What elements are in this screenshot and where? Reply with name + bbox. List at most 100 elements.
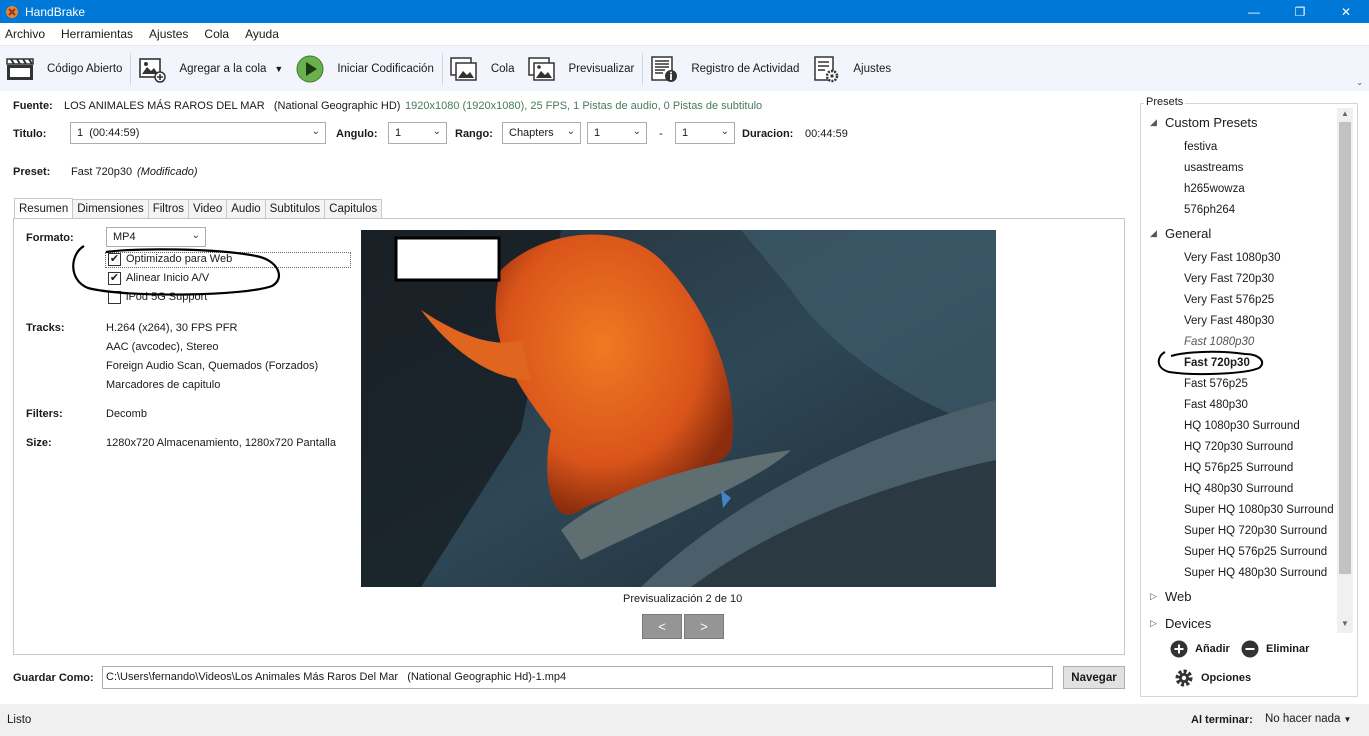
add-preset-button[interactable]: Añadir bbox=[1170, 640, 1230, 658]
preset-item-usastreams[interactable]: usastreams bbox=[1184, 162, 1243, 174]
menu-herramientas[interactable]: Herramientas bbox=[61, 27, 133, 41]
preset-item[interactable]: Super HQ 720p30 Surround bbox=[1184, 525, 1327, 537]
preview-caption: Previsualización 2 de 10 bbox=[623, 593, 743, 605]
tab-resumen[interactable]: Resumen bbox=[14, 198, 74, 218]
activity-log-icon bbox=[651, 55, 678, 82]
presets-scrollbar[interactable] bbox=[1337, 108, 1353, 633]
next-preview-button[interactable]: > bbox=[684, 614, 724, 639]
settings-label: Ajustes bbox=[853, 62, 892, 75]
menu-cola[interactable]: Cola bbox=[204, 27, 229, 41]
preview-button[interactable]: Previsualizar bbox=[527, 49, 635, 89]
preset-group-devices[interactable]: ▷ Devices bbox=[1150, 616, 1211, 631]
tab-video[interactable]: Video bbox=[188, 199, 228, 218]
preset-item-festiva[interactable]: festiva bbox=[1184, 141, 1217, 153]
preset-group-custom[interactable]: ◢ Custom Presets bbox=[1150, 115, 1257, 130]
tracks-label: Tracks: bbox=[26, 322, 65, 334]
open-source-label: Código Abierto bbox=[47, 62, 123, 75]
source-label: Fuente: bbox=[13, 100, 53, 112]
preset-item[interactable]: Fast 576p25 bbox=[1184, 378, 1248, 390]
menu-archivo[interactable]: Archivo bbox=[5, 27, 45, 41]
remove-preset-button[interactable]: Eliminar bbox=[1241, 640, 1309, 658]
browse-button[interactable]: Navegar bbox=[1063, 666, 1125, 689]
track-item: H.264 (x264), 30 FPS PFR bbox=[106, 322, 238, 334]
gear-icon bbox=[1175, 669, 1193, 687]
expanded-triangle-icon: ◢ bbox=[1150, 228, 1157, 238]
toolbar-separator bbox=[130, 52, 132, 85]
add-to-queue-button[interactable]: Agregar a la cola ▼ bbox=[137, 49, 283, 89]
previous-preview-button[interactable]: < bbox=[642, 614, 682, 639]
tab-audio[interactable]: Audio bbox=[226, 199, 266, 218]
minimize-button[interactable]: — bbox=[1231, 0, 1277, 23]
add-preset-label: Añadir bbox=[1195, 643, 1230, 655]
preset-group-web[interactable]: ▷ Web bbox=[1150, 589, 1192, 604]
tab-strip: Resumen Dimensiones Filtros Video Audio … bbox=[14, 198, 383, 218]
preset-group-general[interactable]: ◢ General bbox=[1150, 226, 1211, 241]
preset-item[interactable]: HQ 1080p30 Surround bbox=[1184, 420, 1300, 432]
preset-item[interactable]: HQ 576p25 Surround bbox=[1184, 462, 1293, 474]
presets-panel bbox=[1140, 103, 1358, 697]
scrollbar-thumb[interactable] bbox=[1339, 122, 1351, 574]
menu-ayuda[interactable]: Ayuda bbox=[245, 27, 279, 41]
preset-item[interactable]: Super HQ 576p25 Surround bbox=[1184, 546, 1327, 558]
preset-options-button[interactable]: Opciones bbox=[1174, 668, 1251, 688]
scroll-up-icon[interactable]: ▲ bbox=[1341, 109, 1349, 118]
tab-filtros[interactable]: Filtros bbox=[147, 199, 190, 218]
save-path-input[interactable]: C:\Users\fernando\Videos\Los Animales Má… bbox=[102, 666, 1053, 689]
tab-dimensiones[interactable]: Dimensiones bbox=[72, 199, 149, 218]
preset-group-label: Devices bbox=[1165, 616, 1212, 631]
open-source-button[interactable]: Código Abierto bbox=[5, 49, 122, 89]
preset-item[interactable]: Super HQ 1080p30 Surround bbox=[1184, 504, 1334, 516]
maximize-button[interactable]: ❐ bbox=[1277, 0, 1323, 23]
preset-item[interactable]: Fast 480p30 bbox=[1184, 399, 1248, 411]
preview-image bbox=[361, 230, 996, 587]
chevron-down-icon: ⌄ bbox=[432, 126, 441, 137]
frogfish-video-frame bbox=[361, 230, 996, 587]
toolbar-overflow-icon[interactable]: ⌄ bbox=[1356, 78, 1363, 87]
dropdown-arrow-icon: ▼ bbox=[1343, 714, 1352, 724]
activity-log-button[interactable]: Registro de Actividad bbox=[649, 49, 799, 89]
preset-item[interactable]: Super HQ 480p30 Surround bbox=[1184, 567, 1327, 579]
collapsed-triangle-icon: ▷ bbox=[1150, 591, 1157, 601]
range-start-select[interactable]: 1 ⌄ bbox=[587, 122, 647, 144]
save-as-label: Guardar Como: bbox=[13, 672, 94, 684]
range-type-select[interactable]: Chapters ⌄ bbox=[502, 122, 581, 144]
preset-item-576ph264[interactable]: 576ph264 bbox=[1184, 204, 1235, 216]
status-bar bbox=[0, 704, 1369, 736]
range-end-select[interactable]: 1 ⌄ bbox=[675, 122, 735, 144]
when-done-dropdown[interactable]: No hacer nada ▼ bbox=[1265, 713, 1351, 725]
preset-item[interactable]: Very Fast 576p25 bbox=[1184, 294, 1274, 306]
scroll-down-icon[interactable]: ▼ bbox=[1341, 619, 1349, 628]
dropdown-arrow-icon[interactable]: ▼ bbox=[274, 64, 283, 74]
close-button[interactable]: ✕ bbox=[1323, 0, 1369, 23]
title-select[interactable]: 1 (00:44:59) ⌄ bbox=[70, 122, 326, 144]
preset-group-label: Web bbox=[1165, 589, 1192, 604]
preset-item[interactable]: HQ 480p30 Surround bbox=[1184, 483, 1293, 495]
menu-bar: Archivo Herramientas Ajustes Cola Ayuda bbox=[0, 23, 1369, 45]
settings-button[interactable]: Ajustes bbox=[811, 49, 891, 89]
minus-circle-icon bbox=[1241, 640, 1259, 658]
remove-preset-label: Eliminar bbox=[1266, 643, 1310, 655]
title-label: Titulo: bbox=[13, 128, 47, 140]
toolbar-separator bbox=[642, 52, 644, 85]
filters-label: Filters: bbox=[26, 408, 63, 420]
menu-ajustes[interactable]: Ajustes bbox=[149, 27, 188, 41]
queue-label: Cola bbox=[490, 62, 515, 75]
preview-label: Previsualizar bbox=[568, 62, 635, 75]
preset-item[interactable]: HQ 720p30 Surround bbox=[1184, 441, 1293, 453]
tab-capitulos[interactable]: Capitulos bbox=[324, 199, 383, 218]
queue-button[interactable]: Cola bbox=[449, 49, 515, 89]
angle-select[interactable]: 1 ⌄ bbox=[388, 122, 447, 144]
duration-label: Duracion: bbox=[742, 128, 794, 140]
range-dash: - bbox=[659, 128, 663, 140]
filters-value: Decomb bbox=[106, 408, 147, 420]
tab-subtitulos[interactable]: Subtitulos bbox=[264, 199, 326, 218]
preset-item[interactable]: Very Fast 480p30 bbox=[1184, 315, 1274, 327]
preset-item[interactable]: Very Fast 720p30 bbox=[1184, 273, 1274, 285]
add-to-queue-label: Agregar a la cola bbox=[179, 62, 267, 75]
start-encode-button[interactable]: Iniciar Codificación bbox=[295, 49, 434, 89]
preset-item-h265wowza[interactable]: h265wowza bbox=[1184, 183, 1245, 195]
preset-item-default[interactable]: Fast 1080p30 bbox=[1184, 336, 1254, 348]
preset-label: Preset: bbox=[13, 166, 51, 178]
range-type-value: Chapters bbox=[509, 127, 554, 139]
preset-item[interactable]: Very Fast 1080p30 bbox=[1184, 252, 1281, 264]
